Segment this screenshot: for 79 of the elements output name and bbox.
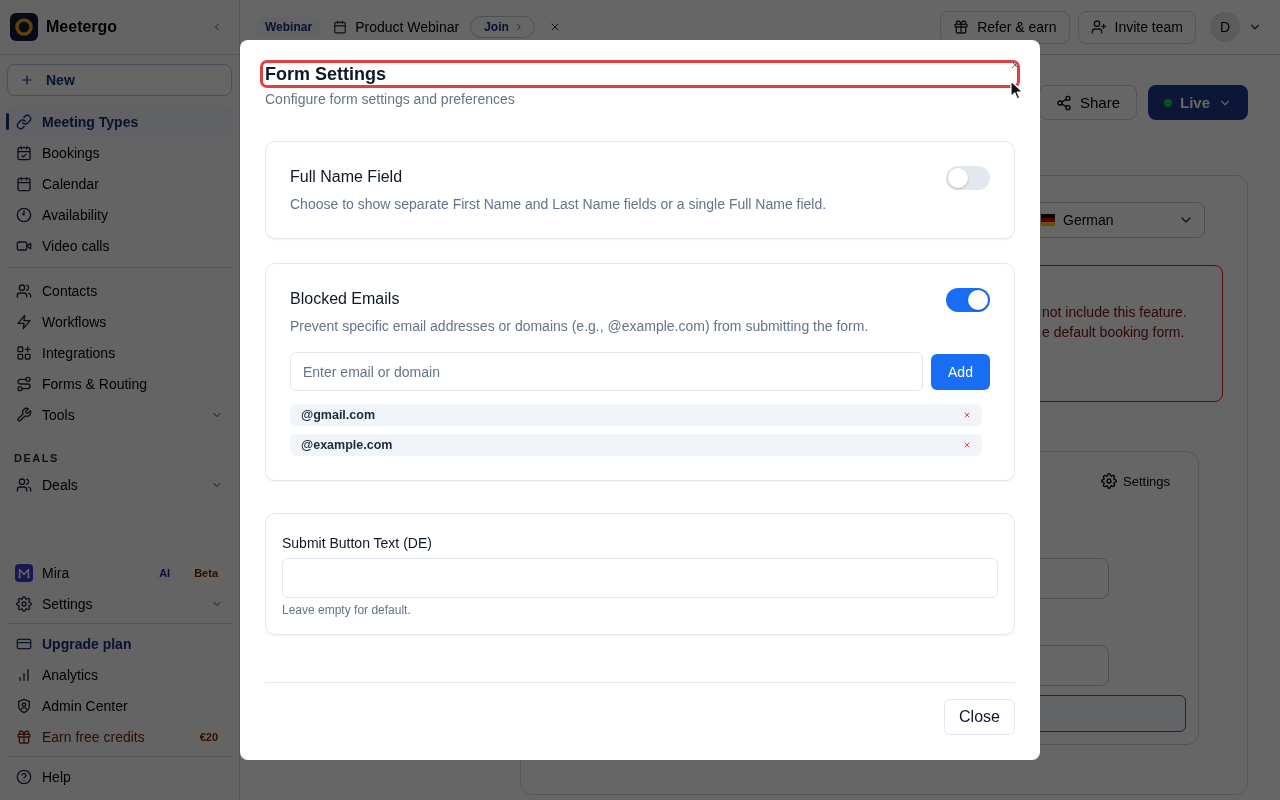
- setting-title: Full Name Field: [290, 167, 404, 187]
- nav-item[interactable]: Tools: [7, 399, 232, 430]
- share-button[interactable]: Share: [1038, 85, 1137, 120]
- close-icon[interactable]: [1009, 59, 1021, 71]
- toggle-switch[interactable]: [946, 288, 990, 312]
- entry-text: @example.com: [301, 438, 393, 452]
- settings-button[interactable]: Settings: [1091, 468, 1180, 494]
- shield-user-icon: [16, 697, 32, 714]
- nav-item[interactable]: Contacts: [7, 275, 232, 306]
- logo-icon: [15, 563, 33, 582]
- add-button[interactable]: Add: [931, 353, 990, 390]
- alert-text: e default booking form.: [1042, 323, 1186, 342]
- nav-item[interactable]: Admin Center: [7, 690, 232, 721]
- close-icon[interactable]: [963, 441, 971, 449]
- flag-icon: [1041, 213, 1055, 227]
- setting-description: Prevent specific email addresses or domains (e.g., @example.com) from submitting the form.: [290, 317, 870, 336]
- reward-badge: €20: [194, 727, 223, 746]
- dialog-subtitle: Configure form settings and preferences: [265, 90, 516, 109]
- nav-item[interactable]: Settings: [7, 588, 232, 619]
- toggle-switch[interactable]: [946, 166, 990, 190]
- users-icon: [16, 282, 32, 299]
- calendar-icon: [333, 20, 348, 34]
- nav-item[interactable]: Bookings: [7, 137, 232, 168]
- beta-badge: Beta: [189, 563, 223, 582]
- section-heading: DEALS: [14, 451, 60, 466]
- nav-item[interactable]: Video calls: [7, 230, 232, 261]
- share-icon: [1055, 94, 1072, 111]
- event-type-badge: Webinar: [257, 17, 321, 37]
- help-icon: [16, 768, 32, 785]
- nav-item[interactable]: Upgrade plan: [7, 628, 232, 659]
- join-button[interactable]: Join: [470, 16, 535, 38]
- clock-icon: [16, 206, 32, 223]
- app-logo-icon: [10, 13, 38, 41]
- email-input[interactable]: Enter email or domain: [290, 352, 923, 391]
- plus-icon: [20, 73, 34, 87]
- route-icon: [16, 375, 32, 392]
- alert-text: not include this feature.: [1042, 303, 1188, 322]
- bar-chart-icon: [16, 666, 32, 683]
- settings-icon: [1101, 473, 1117, 489]
- nav-item[interactable]: Forms & Routing: [7, 368, 232, 399]
- calendar-check-icon: [16, 144, 32, 161]
- nav-item[interactable]: Mira AI Beta: [7, 557, 232, 588]
- nav-item[interactable]: Earn free credits €20: [7, 721, 232, 752]
- settings-icon: [16, 595, 32, 612]
- nav-item[interactable]: Meeting Types: [7, 106, 232, 137]
- nav-item[interactable]: Availability: [7, 199, 232, 230]
- close-icon[interactable]: [963, 411, 971, 419]
- text-input[interactable]: [282, 558, 998, 598]
- grid-plus-icon: [16, 344, 32, 361]
- setting-description: Choose to show separate First Name and Last Name fields or a single Full Name field.: [290, 195, 828, 214]
- status-dot-icon: [1164, 98, 1172, 107]
- nav-item[interactable]: Workflows: [7, 306, 232, 337]
- field-label: Submit Button Text (DE): [282, 534, 432, 553]
- brand-name: Meetergo: [46, 18, 119, 36]
- live-button[interactable]: Live: [1148, 85, 1248, 120]
- nav-item[interactable]: Analytics: [7, 659, 232, 690]
- user-plus-icon: [1090, 19, 1107, 35]
- setting-title: Blocked Emails: [290, 289, 401, 309]
- toolbar-button[interactable]: Invite team: [1077, 10, 1196, 44]
- new-button[interactable]: New: [7, 64, 232, 96]
- nav-item[interactable]: Help: [7, 761, 232, 792]
- entry-text: @gmail.com: [301, 408, 375, 422]
- gift-icon: [16, 728, 32, 745]
- cursor-icon: [1010, 80, 1024, 100]
- nav-item[interactable]: Calendar: [7, 168, 232, 199]
- link-icon: [16, 113, 32, 130]
- close-button[interactable]: Close: [944, 699, 1015, 735]
- nav-item[interactable]: Integrations: [7, 337, 232, 368]
- help-text: Leave empty for default.: [282, 602, 412, 618]
- nav-item[interactable]: Deals: [7, 469, 232, 500]
- toolbar-button[interactable]: Refer & earn: [940, 10, 1070, 44]
- gift-icon: [953, 19, 970, 35]
- calendar-icon: [16, 175, 32, 192]
- wrench-icon: [16, 406, 32, 423]
- dialog-title: Form Settings: [265, 63, 387, 85]
- users-icon: [16, 476, 32, 493]
- avatar[interactable]: D: [1210, 12, 1240, 42]
- lightning-icon: [16, 313, 32, 330]
- event-title: Product Webinar: [355, 19, 460, 35]
